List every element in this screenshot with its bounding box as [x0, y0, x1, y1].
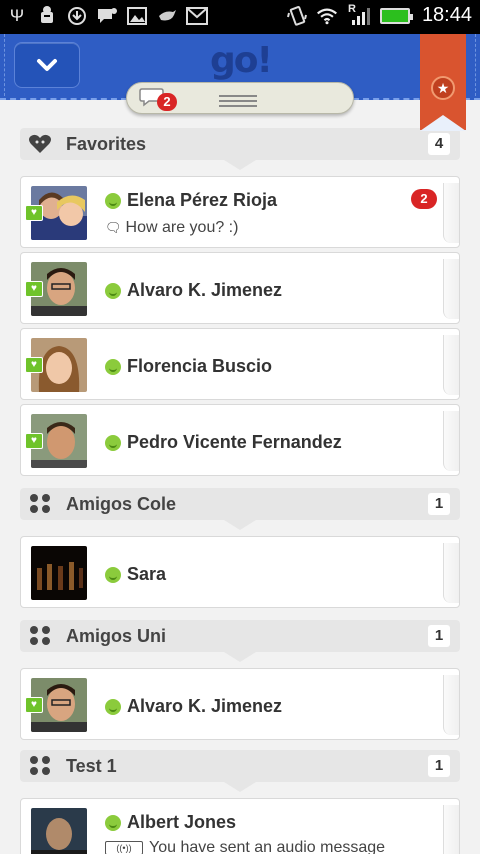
- online-status-icon: [105, 283, 121, 299]
- message-bubble-icon: 🗨: [105, 220, 122, 235]
- contact-row[interactable]: ♥ Elena Pérez Rioja 🗨 How are you? :) 2: [20, 176, 460, 248]
- online-status-icon: [105, 815, 121, 831]
- online-status-icon: [105, 359, 121, 375]
- contact-row[interactable]: ♥ Pedro Vicente Fernandez: [20, 404, 460, 476]
- contact-row[interactable]: Sara: [20, 536, 460, 608]
- unread-chats-badge: 2: [157, 93, 177, 111]
- tab-bar: 2: [126, 82, 354, 114]
- group-name: Favorites: [66, 134, 147, 154]
- android-debug-icon: [36, 5, 58, 27]
- row-flap: [443, 805, 459, 854]
- contact-name: Albert Jones: [127, 812, 237, 832]
- last-message-text: How are you? :): [125, 219, 239, 236]
- contact-row[interactable]: Albert Jones ((•)) You have sent an audio…: [20, 798, 460, 854]
- contact-name: Sara: [127, 564, 167, 584]
- star-icon: ★: [431, 76, 455, 100]
- avatar: [31, 808, 87, 854]
- group-count: 1: [428, 625, 450, 647]
- mail-icon: [186, 5, 208, 27]
- vibrate-icon: [286, 5, 308, 27]
- online-status-icon: [105, 699, 121, 715]
- row-flap: [443, 675, 459, 735]
- heart-icon: [29, 134, 51, 153]
- signal-icon: R: [346, 2, 372, 27]
- group-people-icon: [30, 626, 50, 645]
- drag-handle[interactable]: [219, 95, 257, 109]
- favorite-heart-icon: ♥: [25, 697, 43, 713]
- contact-row[interactable]: ♥ Florencia Buscio: [20, 328, 460, 400]
- group-header-amigos-cole[interactable]: Amigos Cole 1: [20, 488, 460, 530]
- clock: 18:44: [421, 4, 472, 26]
- status-bar: Ψ R 18:44: [0, 0, 480, 34]
- download-icon: [66, 5, 88, 27]
- group-name: Test 1: [66, 756, 117, 776]
- contact-name: Alvaro K. Jimenez: [127, 280, 283, 300]
- online-status-icon: [105, 567, 121, 583]
- last-message-text: You have sent an audio message: [149, 839, 386, 854]
- group-name: Amigos Uni: [66, 626, 167, 646]
- row-flap: [443, 335, 459, 395]
- contact-row[interactable]: ♥ Alvaro K. Jimenez: [20, 668, 460, 740]
- contact-row[interactable]: ♥ Alvaro K. Jimenez: [20, 252, 460, 324]
- usb-icon: Ψ: [9, 6, 25, 25]
- group-count: 1: [428, 493, 450, 515]
- favorites-ribbon[interactable]: ★: [420, 34, 466, 131]
- group-header-favorites[interactable]: Favorites 4: [20, 128, 460, 170]
- bird-icon: [156, 5, 178, 27]
- favorite-heart-icon: ♥: [25, 281, 43, 297]
- favorite-heart-icon: ♥: [25, 357, 43, 373]
- app-logo: go!: [210, 40, 273, 81]
- row-flap: [443, 543, 459, 603]
- wifi-icon: [316, 5, 338, 27]
- group-name: Amigos Cole: [66, 494, 177, 514]
- group-count: 1: [428, 755, 450, 777]
- system-icons: R 18:44: [286, 2, 472, 27]
- battery-icon: [379, 7, 413, 24]
- online-status-icon: [105, 193, 121, 209]
- notification-icons: Ψ: [6, 5, 208, 27]
- last-message: ((•)) You have sent an audio message: [105, 839, 385, 854]
- audio-message-icon: ((•)): [105, 840, 143, 854]
- group-count: 4: [428, 133, 450, 155]
- group-header-test-1[interactable]: Test 1 1: [20, 750, 460, 792]
- favorite-heart-icon: ♥: [25, 433, 43, 449]
- contact-name: Florencia Buscio: [127, 356, 273, 376]
- image-icon: [126, 5, 148, 27]
- chat-notification-icon: [96, 5, 118, 27]
- menu-dropdown-button[interactable]: [14, 42, 80, 88]
- last-message: 🗨 How are you? :): [105, 219, 238, 237]
- group-people-icon: [30, 494, 50, 513]
- group-people-icon: [30, 756, 50, 775]
- contact-name: Pedro Vicente Fernandez: [127, 432, 342, 452]
- row-flap: [443, 183, 459, 243]
- row-flap: [443, 411, 459, 471]
- favorite-heart-icon: ♥: [25, 205, 43, 221]
- contact-list: Favorites 4 ♥ Elena Pérez Rioja 🗨 How are…: [0, 100, 480, 854]
- contact-name: Alvaro K. Jimenez: [127, 696, 283, 716]
- chevron-down-icon: [37, 59, 57, 71]
- group-header-amigos-uni[interactable]: Amigos Uni 1: [20, 620, 460, 662]
- contact-name: Elena Pérez Rioja: [127, 190, 278, 210]
- online-status-icon: [105, 435, 121, 451]
- avatar: [31, 546, 87, 600]
- row-flap: [443, 259, 459, 319]
- unread-badge: 2: [411, 189, 437, 209]
- roaming-label: R: [347, 2, 356, 15]
